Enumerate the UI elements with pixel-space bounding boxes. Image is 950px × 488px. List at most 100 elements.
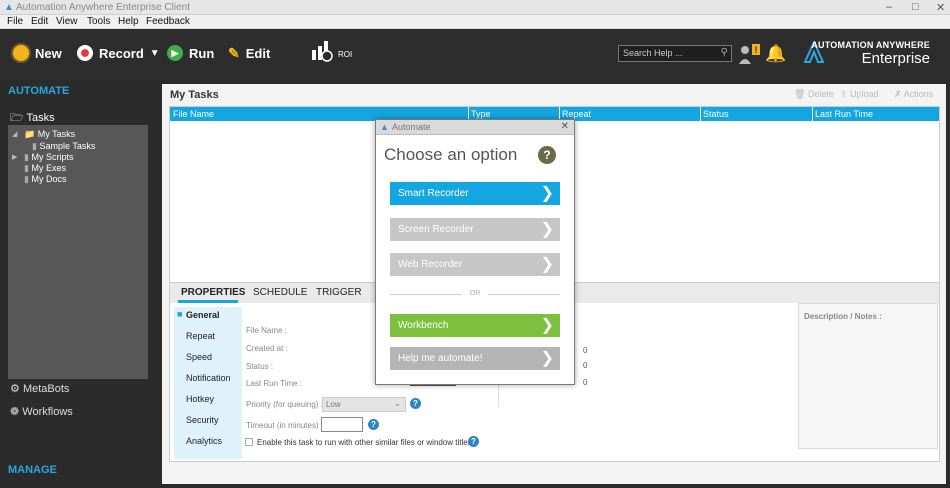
run-button[interactable]: ▶ Run bbox=[167, 45, 214, 61]
user-alert-icon[interactable]: ! bbox=[738, 43, 762, 65]
record-button[interactable]: Record ▼ bbox=[77, 45, 160, 61]
tab-properties[interactable]: PROPERTIES bbox=[181, 287, 245, 298]
screen-recorder-button[interactable]: Screen Recorder ❯ bbox=[390, 218, 560, 241]
tree-item-sample-tasks[interactable]: ▮ Sample Tasks bbox=[32, 141, 95, 152]
menu-help[interactable]: Help bbox=[118, 16, 139, 27]
help-icon[interactable]: ? bbox=[410, 398, 421, 409]
menu-tools[interactable]: Tools bbox=[87, 16, 110, 27]
actions-label: Actions bbox=[903, 89, 934, 99]
brand-line1: AUTOMATION ANYWHERE bbox=[811, 40, 930, 50]
dialog-close-icon[interactable]: ✕ bbox=[561, 121, 569, 132]
description-notes-box[interactable]: Description / Notes : bbox=[798, 303, 938, 449]
roi-chart-icon bbox=[312, 41, 333, 62]
menu-file[interactable]: File bbox=[7, 16, 23, 27]
automate-logo-icon: ▲ bbox=[380, 122, 389, 132]
expand-arrow-icon[interactable]: ▶ bbox=[12, 153, 17, 161]
new-label: New bbox=[35, 45, 62, 61]
timeout-input[interactable] bbox=[321, 417, 363, 432]
page-title: My Tasks bbox=[170, 89, 219, 101]
field-label-created-at: Created at : bbox=[246, 344, 288, 353]
column-status[interactable]: Status bbox=[703, 109, 729, 119]
tab-schedule[interactable]: SCHEDULE bbox=[253, 287, 307, 298]
tree-item-my-exes[interactable]: ▮ My Exes bbox=[24, 163, 66, 174]
brand-block: AUTOMATION ANYWHERE Enterprise bbox=[808, 40, 930, 67]
record-icon bbox=[77, 45, 93, 61]
side-item-speed[interactable]: Speed bbox=[186, 352, 212, 362]
column-file-name[interactable]: File Name bbox=[173, 109, 214, 119]
close-button[interactable]: ✕ bbox=[936, 1, 945, 14]
column-repeat[interactable]: Repeat bbox=[562, 109, 591, 119]
tree-label: My Exes bbox=[31, 163, 66, 173]
upload-button[interactable]: ⇪ Upload bbox=[840, 89, 879, 100]
side-item-notification[interactable]: Notification bbox=[186, 373, 231, 383]
dialog-titlebar: ▲ Automate ✕ bbox=[376, 120, 574, 135]
actions-icon: ✗ bbox=[894, 89, 902, 99]
column-type[interactable]: Type bbox=[471, 109, 491, 119]
priority-select[interactable]: Low ⌄ bbox=[322, 397, 406, 412]
side-item-repeat[interactable]: Repeat bbox=[186, 331, 215, 341]
roi-button[interactable]: ROI bbox=[311, 38, 352, 65]
stat-value: 0 bbox=[583, 378, 588, 387]
edit-label: Edit bbox=[245, 46, 271, 61]
actions-button[interactable]: ✗ Actions bbox=[894, 89, 933, 100]
side-item-general[interactable]: General bbox=[186, 310, 220, 320]
sidebar-item-workflows[interactable]: ❁ Workflows bbox=[10, 405, 73, 418]
brand-line2: Enterprise bbox=[861, 50, 930, 67]
tree-item-my-scripts[interactable]: ▮ My Scripts bbox=[24, 152, 73, 163]
side-item-analytics[interactable]: Analytics bbox=[186, 436, 222, 446]
play-icon: ▶ bbox=[167, 45, 183, 61]
search-icon[interactable]: ⚲ bbox=[721, 47, 728, 58]
option-label: Help me automate! bbox=[398, 353, 483, 364]
description-label: Description / Notes : bbox=[804, 312, 882, 321]
help-me-automate-button[interactable]: Help me automate! ❯ bbox=[390, 347, 560, 370]
menu-edit[interactable]: Edit bbox=[31, 16, 48, 27]
automate-dialog: ▲ Automate ✕ Choose an option ? Smart Re… bbox=[375, 119, 575, 385]
menu-feedback[interactable]: Feedback bbox=[146, 16, 190, 27]
chevron-right-icon: ❯ bbox=[540, 185, 554, 202]
workbench-button[interactable]: Workbench ❯ bbox=[390, 314, 560, 337]
search-help-input[interactable]: Search Help ... ⚲ bbox=[618, 45, 732, 62]
app-logo-icon: ▲ bbox=[4, 2, 14, 13]
bell-icon[interactable]: 🔔 bbox=[765, 44, 786, 64]
column-last-run-time[interactable]: Last Run Time bbox=[815, 109, 873, 119]
chevron-right-icon: ❯ bbox=[540, 317, 554, 334]
side-item-hotkey[interactable]: Hotkey bbox=[186, 394, 214, 404]
priority-value: Low bbox=[326, 400, 341, 409]
side-item-security[interactable]: Security bbox=[186, 415, 219, 425]
enable-similar-checkbox[interactable] bbox=[245, 438, 253, 446]
menu-view[interactable]: View bbox=[56, 16, 78, 27]
option-label: Smart Recorder bbox=[398, 188, 469, 199]
tree-item-my-docs[interactable]: ▮ My Docs bbox=[24, 174, 66, 185]
chevron-down-icon[interactable]: ▼ bbox=[150, 48, 160, 59]
help-icon[interactable]: ? bbox=[468, 436, 479, 447]
chevron-right-icon: ❯ bbox=[540, 350, 554, 367]
maximize-button[interactable]: □ bbox=[912, 1, 919, 13]
tree-label: My Scripts bbox=[31, 152, 74, 162]
or-separator: OR bbox=[390, 290, 560, 297]
new-button[interactable]: New bbox=[13, 45, 62, 61]
edit-button[interactable]: ✎ Edit bbox=[228, 45, 270, 62]
field-label-file-name: File Name : bbox=[246, 326, 287, 335]
menu-bar: File Edit View Tools Help Feedback bbox=[0, 15, 950, 29]
manage-section-header[interactable]: MANAGE bbox=[8, 464, 57, 476]
record-label: Record bbox=[99, 45, 144, 61]
chevron-right-icon: ❯ bbox=[540, 256, 554, 273]
expand-arrow-icon[interactable]: ◢ bbox=[12, 130, 17, 138]
chevron-down-icon: ⌄ bbox=[394, 399, 401, 408]
minimize-button[interactable]: – bbox=[886, 1, 892, 13]
search-placeholder: Search Help ... bbox=[623, 48, 683, 58]
delete-label: Delete bbox=[807, 89, 834, 99]
tab-trigger[interactable]: TRIGGER bbox=[316, 287, 362, 298]
web-recorder-button[interactable]: Web Recorder ❯ bbox=[390, 253, 560, 276]
stat-value: 0 bbox=[583, 346, 588, 355]
help-icon[interactable]: ? bbox=[538, 146, 556, 164]
delete-button[interactable]: 🗑 Delete bbox=[794, 89, 834, 100]
properties-side-nav: ■ General Repeat Speed Notification Hotk… bbox=[174, 307, 242, 459]
main-toolbar: New Record ▼ ▶ Run ✎ Edit ROI Search Hel… bbox=[0, 29, 950, 80]
sidebar-item-metabots[interactable]: ⚙ MetaBots bbox=[10, 382, 69, 395]
tasks-label: Tasks bbox=[26, 112, 55, 124]
tree-item-my-tasks[interactable]: 📁 My Tasks bbox=[24, 129, 75, 140]
smart-recorder-button[interactable]: Smart Recorder ❯ bbox=[390, 182, 560, 205]
metabots-icon: ⚙ bbox=[10, 383, 20, 395]
help-icon[interactable]: ? bbox=[368, 419, 379, 430]
